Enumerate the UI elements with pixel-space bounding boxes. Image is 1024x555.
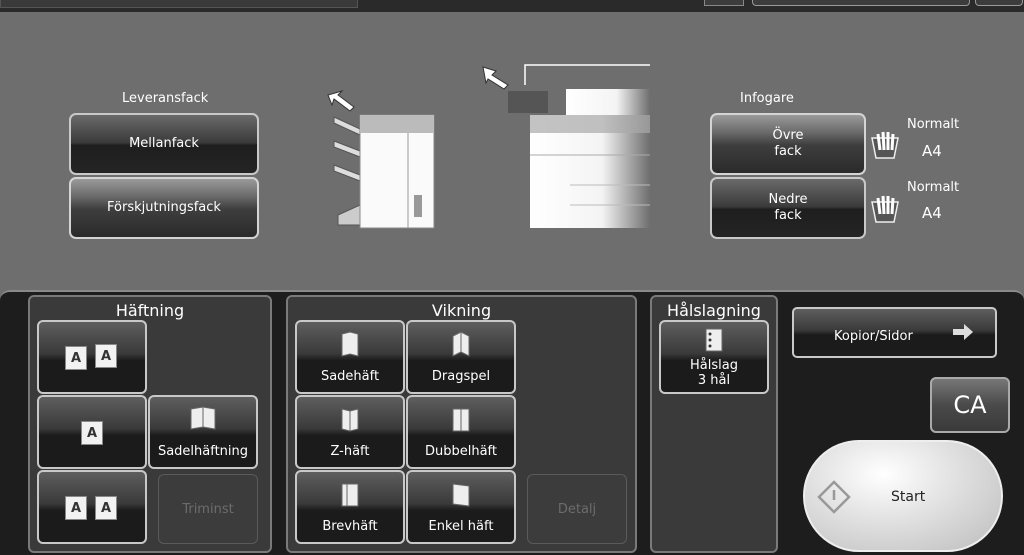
z-fold-label: Z-häft	[330, 444, 370, 459]
double-fold-icon	[452, 408, 470, 432]
start-diamond-icon	[817, 480, 851, 514]
hole-punch-icon	[705, 328, 723, 352]
finisher-arrow-icon	[327, 89, 355, 112]
saddle-fold-button[interactable]: Sadehäft	[295, 320, 405, 394]
lower-tray-paper-icon	[871, 195, 899, 223]
stapling-title: Häftning	[115, 301, 185, 320]
saddle-fold-icon	[341, 331, 359, 357]
lower-tray-button[interactable]: Nedre fack	[710, 177, 866, 239]
document-a-icon: A	[65, 496, 87, 520]
staple-two-point-button[interactable]: A A	[37, 470, 147, 544]
saddle-stitch-button[interactable]: Sadelhäftning	[148, 395, 258, 469]
document-a-icon: A	[81, 421, 103, 445]
arrow-right-icon	[953, 324, 973, 340]
top-status-area	[0, 0, 358, 8]
copies-pages-label: Kopior/Sidor	[834, 329, 913, 344]
double-fold-label: Dubbelhäft	[424, 444, 497, 459]
upper-tray-paper-type: Normalt	[907, 117, 960, 132]
staple-corner-button[interactable]: A	[37, 395, 147, 469]
lower-tray-paper-size: A4	[922, 204, 942, 222]
center-tray-button[interactable]: Mellanfack	[69, 113, 259, 175]
punching-title: Hålslagning	[667, 301, 761, 320]
upper-tray-paper-size: A4	[922, 142, 942, 160]
copies-pages-button[interactable]: Kopior/Sidor	[792, 307, 997, 358]
single-fold-button[interactable]: Enkel häft	[406, 470, 516, 544]
letter-fold-icon	[341, 483, 359, 507]
inserter-section-label: Infogare	[740, 91, 794, 106]
staple-one-corner-button[interactable]: A A	[37, 320, 147, 394]
top-wide-button[interactable]	[752, 0, 970, 6]
hole-punch-button[interactable]: Hålslag 3 hål	[659, 320, 769, 394]
letter-fold-label: Brevhäft	[322, 519, 378, 534]
z-fold-button[interactable]: Z-häft	[295, 395, 405, 469]
hole-punch-label: Hålslag 3 hål	[690, 358, 738, 388]
document-a-icon: A	[65, 346, 87, 370]
book-icon	[190, 406, 216, 430]
saddle-fold-label: Sadehäft	[320, 369, 380, 384]
lower-tray-paper-type: Normalt	[907, 180, 960, 195]
offset-tray-button[interactable]: Förskjutningsfack	[69, 177, 259, 239]
main-arrow-icon	[482, 66, 509, 90]
start-label: Start	[891, 489, 926, 505]
folding-title: Vikning	[431, 301, 492, 320]
top-right-button[interactable]	[975, 0, 1023, 6]
detail-button[interactable]: Detalj	[527, 474, 627, 544]
upper-tray-paper-icon	[871, 131, 899, 159]
top-bar	[0, 0, 1024, 12]
z-fold-icon	[341, 408, 359, 432]
accordion-fold-button[interactable]: Dragspel	[406, 320, 516, 394]
accordion-fold-icon	[452, 331, 470, 357]
letter-fold-button[interactable]: Brevhäft	[295, 470, 405, 544]
delivery-section-label: Leveransfack	[122, 91, 209, 106]
start-button[interactable]: Start	[803, 440, 1003, 552]
saddle-stitch-label: Sadelhäftning	[157, 444, 249, 459]
document-a-icon: A	[95, 344, 117, 368]
clear-all-button[interactable]: CA	[930, 377, 1010, 433]
accordion-fold-label: Dragspel	[431, 369, 491, 384]
double-fold-button[interactable]: Dubbelhäft	[406, 395, 516, 469]
upper-tray-button[interactable]: Övre fack	[710, 113, 866, 175]
document-a-icon: A	[95, 496, 117, 520]
trim-button[interactable]: Triminst	[158, 474, 258, 544]
single-fold-icon	[452, 483, 470, 507]
top-small-button[interactable]	[704, 0, 744, 6]
machine-illustration	[327, 64, 650, 229]
single-fold-label: Enkel häft	[428, 519, 494, 534]
